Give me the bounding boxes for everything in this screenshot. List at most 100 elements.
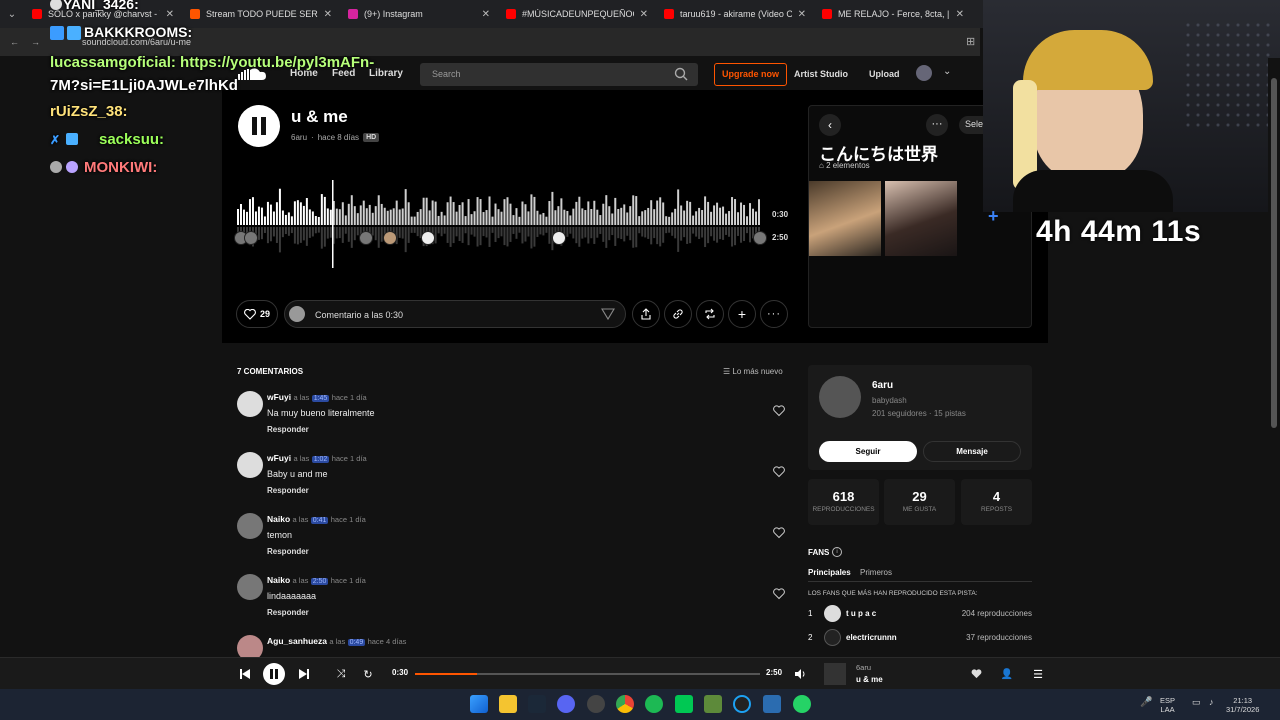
fan-row[interactable]: 1 t u p a c 204 reproducciones — [808, 605, 1032, 623]
next-button[interactable] — [294, 664, 314, 684]
tab-principales[interactable]: Principales — [808, 568, 851, 582]
translate-icon[interactable]: ⊞ — [966, 35, 975, 48]
obs-icon[interactable] — [587, 695, 605, 713]
pause-button[interactable] — [238, 105, 280, 147]
add-to-playlist-button[interactable]: + — [728, 300, 756, 328]
commenter-name[interactable]: wFuyi — [267, 453, 291, 463]
close-icon[interactable]: ✕ — [798, 9, 806, 20]
app-icon[interactable] — [675, 695, 693, 713]
ccleaner-icon[interactable] — [733, 695, 751, 713]
shuffle-button[interactable]: ⤨ — [331, 664, 351, 684]
close-icon[interactable]: ✕ — [482, 9, 490, 20]
pause-button[interactable] — [263, 663, 285, 685]
commenter-avatar[interactable] — [237, 452, 263, 478]
like-button[interactable] — [966, 664, 986, 684]
artist-avatar[interactable] — [819, 376, 861, 418]
clock[interactable]: 21:13 31/7/2026 — [1226, 696, 1259, 714]
search-icon[interactable] — [674, 67, 688, 81]
search-input[interactable]: Search — [420, 63, 698, 86]
spotify-icon[interactable] — [645, 695, 663, 713]
browser-tab-5[interactable]: taruu619 - akirame (Video Ofic ✕ — [656, 1, 814, 27]
previous-button[interactable] — [235, 664, 255, 684]
commenter-avatar[interactable] — [237, 391, 263, 417]
repeat-button[interactable]: ↻ — [358, 664, 378, 684]
comment-avatar[interactable] — [421, 231, 435, 245]
commenter-name[interactable]: wFuyi — [267, 392, 291, 402]
commenter-avatar[interactable] — [237, 574, 263, 600]
close-icon[interactable]: ✕ — [324, 9, 332, 20]
now-playing-artist[interactable]: 6aru — [856, 663, 871, 672]
comment-timestamp[interactable]: 1:45 — [311, 395, 330, 402]
fan-name[interactable]: electricrunnn — [846, 633, 897, 642]
like-button[interactable]: 29 — [236, 300, 278, 328]
page-scrollbar[interactable] — [1268, 58, 1280, 658]
follow-artist-button[interactable]: 👤 — [997, 664, 1017, 684]
comment-avatar[interactable] — [753, 231, 767, 245]
steam-icon[interactable] — [528, 695, 546, 713]
comment-timestamp[interactable]: 0:49 — [347, 639, 366, 646]
language-indicator[interactable]: ESP LAA — [1160, 696, 1175, 714]
discord-icon[interactable] — [557, 695, 575, 713]
tab-primeros[interactable]: Primeros — [860, 568, 892, 577]
heart-icon[interactable] — [773, 405, 785, 417]
commenter-name[interactable]: Naiko — [267, 575, 290, 585]
reply-button[interactable]: Responder — [267, 425, 309, 434]
comment-timestamp[interactable]: 0:41 — [310, 517, 329, 524]
reply-button[interactable]: Responder — [267, 608, 309, 617]
comment-timestamp[interactable]: 1:02 — [311, 456, 330, 463]
now-playing-artwork[interactable] — [824, 663, 846, 685]
waveform[interactable] — [237, 180, 761, 270]
heart-icon[interactable] — [773, 466, 785, 478]
browser-tab-6[interactable]: ME RELAJO - Ferce, 8cta, | prod ✕ — [814, 1, 972, 27]
commenter-avatar[interactable] — [237, 513, 263, 539]
reply-button[interactable]: Responder — [267, 547, 309, 556]
progress-slider[interactable] — [415, 673, 760, 675]
send-icon[interactable] — [601, 307, 615, 321]
browser-tab-4[interactable]: #MÚSICADEUNPEQUEÑOCUARTO ✕ — [498, 1, 656, 27]
info-icon[interactable]: i — [832, 547, 842, 557]
artist-studio-link[interactable]: Artist Studio — [794, 69, 848, 79]
artist-name[interactable]: 6aru — [872, 380, 893, 391]
fan-row[interactable]: 2 electricrunnn 37 reproducciones — [808, 629, 1032, 647]
comment-input[interactable]: Comentario a las 0:30 — [284, 300, 626, 328]
playlist-more-button[interactable]: ··· — [926, 114, 948, 136]
comment-avatar[interactable] — [359, 231, 373, 245]
comment-avatar[interactable] — [383, 231, 397, 245]
fan-name[interactable]: t u p a c — [846, 609, 876, 618]
back-button[interactable]: ‹ — [819, 114, 841, 136]
user-avatar[interactable] — [916, 65, 932, 81]
volume-button[interactable] — [790, 664, 810, 684]
queue-button[interactable]: ☰ — [1028, 664, 1048, 684]
upload-link[interactable]: Upload — [869, 69, 900, 79]
comment-avatar[interactable] — [244, 231, 258, 245]
heart-icon[interactable] — [773, 588, 785, 600]
close-icon[interactable]: ✕ — [956, 9, 964, 20]
speaker-icon[interactable]: ♪ — [1209, 698, 1214, 707]
heart-icon[interactable] — [773, 527, 785, 539]
chrome-icon[interactable] — [616, 695, 634, 713]
playlist-item-artwork[interactable] — [809, 181, 881, 256]
upgrade-button[interactable]: Upgrade now — [714, 63, 787, 86]
close-icon[interactable]: ✕ — [640, 9, 648, 20]
comment-avatar[interactable] — [552, 231, 566, 245]
repost-button[interactable] — [696, 300, 724, 328]
track-artist[interactable]: 6aru — [291, 133, 307, 142]
browser-tab-3[interactable]: (9+) Instagram ✕ — [340, 1, 498, 27]
whatsapp-icon[interactable] — [793, 695, 811, 713]
microphone-icon[interactable]: 🎤 — [1140, 698, 1152, 708]
commenter-name[interactable]: Naiko — [267, 514, 290, 524]
chevron-down-icon[interactable]: ⌄ — [943, 66, 951, 77]
file-explorer-icon[interactable] — [499, 695, 517, 713]
network-icon[interactable]: ▭ — [1192, 698, 1201, 707]
more-button[interactable]: ··· — [760, 300, 788, 328]
minecraft-icon[interactable] — [704, 695, 722, 713]
scrollbar-thumb[interactable] — [1271, 78, 1277, 428]
share-button[interactable] — [632, 300, 660, 328]
follow-button[interactable]: Seguir — [819, 441, 917, 462]
reply-button[interactable]: Responder — [267, 486, 309, 495]
windows-start-icon[interactable] — [470, 695, 488, 713]
copy-link-button[interactable] — [664, 300, 692, 328]
commenter-avatar[interactable] — [237, 635, 263, 657]
sort-button[interactable]: ☰ Lo más nuevo — [723, 367, 783, 376]
message-button[interactable]: Mensaje — [923, 441, 1021, 462]
